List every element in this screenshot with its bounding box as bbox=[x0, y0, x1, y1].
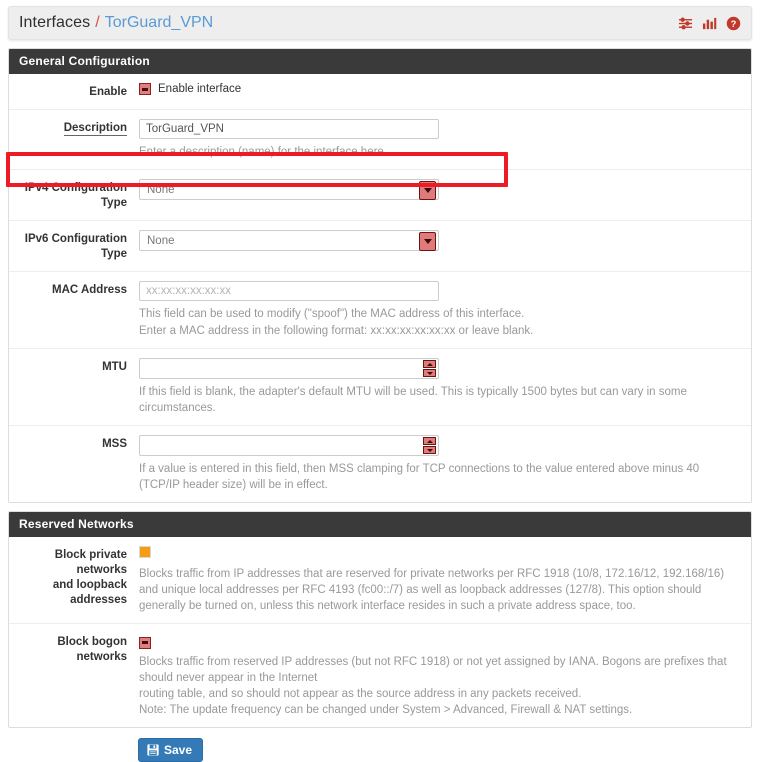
block-bogon-networks-help-line3: Note: The update frequency can be change… bbox=[139, 703, 633, 716]
stepper-down-icon[interactable] bbox=[423, 369, 436, 377]
block-bogon-networks-field: Blocks traffic from reserved IP addresse… bbox=[139, 633, 751, 718]
description-field: Enter a description (name) for the inter… bbox=[139, 119, 751, 160]
sliders-icon[interactable] bbox=[678, 16, 693, 31]
mtu-field: If this field is blank, the adapter's de… bbox=[139, 358, 751, 416]
mss-help-text: If a value is entered in this field, the… bbox=[139, 463, 700, 491]
description-help-text: Enter a description (name) for the inter… bbox=[139, 146, 388, 158]
svg-text:?: ? bbox=[731, 18, 737, 28]
header-icon-group: ? bbox=[678, 7, 741, 39]
ipv4-config-type-label: IPv4 Configuration Type bbox=[24, 182, 127, 209]
mac-address-field: This field can be used to modify ("spoof… bbox=[139, 281, 751, 339]
save-button[interactable]: Save bbox=[138, 737, 204, 762]
general-configuration-body: Enable Enable interface Description Ente… bbox=[9, 74, 751, 502]
reserved-networks-heading: Reserved Networks bbox=[9, 512, 751, 537]
enable-interface-checkbox-row[interactable]: Enable interface bbox=[139, 83, 739, 95]
form-row-block-private-networks: Block private networks and loopback addr… bbox=[9, 537, 751, 624]
form-row-description: Description Enter a description (name) f… bbox=[9, 110, 751, 170]
description-label: Description bbox=[63, 122, 127, 136]
form-row-ipv6-config-type: IPv6 Configuration Type None bbox=[9, 221, 751, 272]
ipv4-config-type-field: None bbox=[139, 179, 751, 200]
mtu-label: MTU bbox=[102, 361, 127, 373]
general-configuration-panel: General Configuration Enable Enable inte… bbox=[8, 48, 752, 503]
mac-address-input[interactable] bbox=[139, 281, 439, 301]
mss-label: MSS bbox=[102, 438, 127, 450]
ipv6-config-type-select[interactable]: None bbox=[139, 230, 439, 251]
block-bogon-networks-checkbox[interactable] bbox=[139, 636, 151, 649]
reserved-networks-panel: Reserved Networks Block private networks… bbox=[8, 511, 752, 728]
mac-address-help-line1: This field can be used to modify ("spoof… bbox=[139, 308, 525, 320]
mac-address-label: MAC Address bbox=[52, 284, 127, 296]
form-footer: Save bbox=[8, 737, 752, 762]
breadcrumb-separator: / bbox=[95, 14, 100, 31]
save-button-label: Save bbox=[164, 742, 193, 757]
bar-chart-icon[interactable] bbox=[702, 16, 717, 31]
mtu-help-text: If this field is blank, the adapter's de… bbox=[139, 386, 687, 414]
enable-label: Enable bbox=[89, 86, 127, 98]
page-root: Interfaces / TorGuard_VPN ? General Conf… bbox=[0, 6, 760, 762]
breadcrumb-current[interactable]: TorGuard_VPN bbox=[105, 14, 214, 32]
block-private-networks-checkbox[interactable] bbox=[139, 546, 151, 558]
form-row-mss: MSS If a value is entered in this field,… bbox=[9, 426, 751, 502]
form-row-ipv4-config-type: IPv4 Configuration Type None bbox=[9, 170, 751, 221]
chevron-down-icon[interactable] bbox=[419, 181, 436, 200]
help-circle-icon[interactable]: ? bbox=[726, 16, 741, 31]
ipv6-config-type-field: None bbox=[139, 230, 751, 251]
form-row-mtu: MTU If this field is blank, the adapter'… bbox=[9, 349, 751, 426]
block-private-networks-help-text: Blocks traffic from IP addresses that ar… bbox=[139, 568, 725, 612]
mss-field: If a value is entered in this field, the… bbox=[139, 435, 751, 493]
mss-stepper[interactable] bbox=[423, 437, 436, 454]
breadcrumb-root[interactable]: Interfaces bbox=[19, 14, 90, 32]
ipv6-config-type-value: None bbox=[147, 234, 175, 247]
block-private-networks-label: Block private networks and loopback addr… bbox=[52, 549, 127, 606]
enable-interface-checkbox[interactable] bbox=[139, 83, 151, 95]
breadcrumb-bar: Interfaces / TorGuard_VPN ? bbox=[8, 6, 752, 40]
mtu-number-input[interactable] bbox=[139, 358, 439, 379]
enable-interface-checkbox-label: Enable interface bbox=[158, 83, 242, 95]
floppy-disk-icon bbox=[147, 743, 159, 756]
block-bogon-networks-help-line1: Blocks traffic from reserved IP addresse… bbox=[139, 655, 727, 684]
form-row-block-bogon-networks: Block bogon networks Blocks traffic from… bbox=[9, 624, 751, 727]
enable-field: Enable interface bbox=[139, 83, 751, 95]
ipv4-config-type-value: None bbox=[147, 183, 175, 196]
block-private-networks-field: Blocks traffic from IP addresses that ar… bbox=[139, 546, 751, 614]
ipv6-config-type-label: IPv6 Configuration Type bbox=[24, 233, 127, 260]
mtu-stepper[interactable] bbox=[423, 360, 436, 377]
form-row-enable: Enable Enable interface bbox=[9, 74, 751, 110]
mac-address-help-line2: Enter a MAC address in the following for… bbox=[139, 325, 534, 337]
stepper-up-icon[interactable] bbox=[423, 437, 436, 445]
stepper-up-icon[interactable] bbox=[423, 360, 436, 368]
general-configuration-heading: General Configuration bbox=[9, 49, 751, 74]
reserved-networks-body: Block private networks and loopback addr… bbox=[9, 537, 751, 727]
mss-number-input[interactable] bbox=[139, 435, 439, 456]
description-input[interactable] bbox=[139, 119, 439, 139]
ipv4-config-type-select[interactable]: None bbox=[139, 179, 439, 200]
block-bogon-networks-label: Block bogon networks bbox=[57, 636, 127, 663]
form-row-mac-address: MAC Address This field can be used to mo… bbox=[9, 272, 751, 349]
block-bogon-networks-help-line2: routing table, and so should not appear … bbox=[139, 687, 582, 700]
stepper-down-icon[interactable] bbox=[423, 446, 436, 454]
chevron-down-icon[interactable] bbox=[419, 232, 436, 251]
